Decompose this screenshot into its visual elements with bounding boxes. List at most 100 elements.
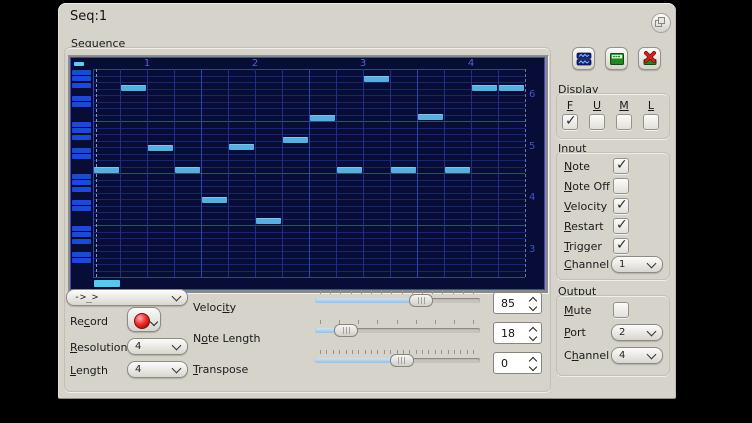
chevron-down-icon <box>172 363 182 373</box>
delete-button[interactable] <box>638 47 661 70</box>
sequence-note[interactable] <box>499 85 524 91</box>
output-mute-label: Mute <box>564 304 592 317</box>
tick-mark <box>416 350 417 354</box>
display-option-checkbox[interactable] <box>643 114 659 130</box>
sequence-note[interactable] <box>256 218 281 224</box>
step-gridline <box>120 69 121 277</box>
input-check-label: Trigger <box>564 240 602 253</box>
display-option-checkbox[interactable] <box>616 114 632 130</box>
display-option-label: L <box>643 99 659 112</box>
note-length-label: Note Length <box>193 332 261 345</box>
loop-mode-value: ->_> <box>74 292 173 303</box>
tick-mark <box>473 290 474 294</box>
rename-icon <box>609 51 625 67</box>
input-checkbox[interactable] <box>613 238 629 254</box>
chevron-down-icon <box>647 349 657 359</box>
spin-down-icon[interactable] <box>529 363 537 371</box>
spin-arrows[interactable] <box>526 353 541 373</box>
spin-arrows[interactable] <box>526 293 541 313</box>
sequence-note[interactable] <box>121 85 146 91</box>
sequence-note[interactable] <box>418 114 443 120</box>
slider-handle[interactable] <box>334 324 358 337</box>
spin-down-icon[interactable] <box>529 333 537 341</box>
beat-gridline <box>309 69 310 277</box>
tick-mark <box>381 290 382 294</box>
output-panel-frame: Mute Port 2 Channel 4 <box>556 295 670 376</box>
input-checkbox[interactable] <box>613 178 629 194</box>
sequence-note[interactable] <box>445 167 470 173</box>
sequence-note[interactable] <box>310 115 335 121</box>
grip-line <box>349 327 350 334</box>
tick-mark <box>454 320 455 324</box>
rename-button[interactable] <box>605 47 628 70</box>
sequence-note[interactable] <box>472 85 497 91</box>
step-gridline <box>228 69 229 277</box>
sequence-note[interactable] <box>175 167 200 173</box>
resolution-value: 4 <box>135 341 173 352</box>
piano-key <box>72 174 91 179</box>
velocity-spinbox[interactable]: 85 <box>493 292 542 314</box>
step-gridline <box>255 69 256 277</box>
transpose-spinbox[interactable]: 0 <box>493 352 542 374</box>
tick-mark <box>371 290 372 294</box>
input-channel-label: Channel <box>564 258 609 271</box>
step-gridline <box>390 69 391 277</box>
note-length-spinbox[interactable]: 18 <box>493 322 542 344</box>
resolution-select[interactable]: 4 <box>127 338 188 355</box>
spin-down-icon[interactable] <box>529 303 537 311</box>
tick-mark <box>473 320 474 324</box>
slider-handle[interactable] <box>390 354 414 367</box>
float-button[interactable] <box>651 13 671 33</box>
sequence-grid-canvas[interactable]: 12346543 <box>70 57 545 290</box>
piano-key <box>72 180 91 185</box>
step-gridline <box>444 69 445 277</box>
velocity-label: Velocity <box>193 301 236 314</box>
step-gridline <box>336 69 337 277</box>
tick-mark <box>320 350 321 354</box>
loop-mode-select[interactable]: ->_> <box>66 289 188 306</box>
sequence-note[interactable] <box>148 145 173 151</box>
sequence-note[interactable] <box>202 197 227 203</box>
float-icon <box>652 14 668 30</box>
grip-line <box>398 357 399 364</box>
display-option-checkbox[interactable] <box>589 114 605 130</box>
piano-key <box>72 70 91 75</box>
note-grid[interactable] <box>93 69 526 277</box>
sequence-note[interactable] <box>94 167 119 173</box>
beat-gridline <box>201 69 202 277</box>
sequence-note[interactable] <box>283 137 308 143</box>
output-channel-select[interactable]: 4 <box>611 347 663 364</box>
beat-number-label: 2 <box>247 58 263 69</box>
input-checkbox[interactable] <box>613 158 629 174</box>
output-mute-checkbox[interactable] <box>613 302 629 318</box>
octave-label: 6 <box>529 89 543 100</box>
display-option-checkbox[interactable] <box>562 114 578 130</box>
tick-mark <box>391 290 392 294</box>
tick-mark <box>333 350 334 354</box>
input-channel-select[interactable]: 1 <box>611 256 663 273</box>
resolution-label: Resolution <box>70 341 127 354</box>
display-option-label: F <box>562 99 578 112</box>
output-port-select[interactable]: 2 <box>611 324 663 341</box>
length-select[interactable]: 4 <box>127 361 188 378</box>
duplicate-pattern-button[interactable] <box>572 47 595 70</box>
input-checkbox[interactable] <box>613 218 629 234</box>
sequence-note[interactable] <box>391 167 416 173</box>
grip-line <box>424 297 425 304</box>
sequence-note[interactable] <box>364 76 389 82</box>
spin-arrows[interactable] <box>526 323 541 343</box>
tick-mark <box>320 290 321 294</box>
tick-mark <box>453 290 454 294</box>
chevron-down-icon <box>150 318 158 326</box>
display-option-label: M <box>616 99 632 112</box>
velocity-slider[interactable] <box>315 298 480 303</box>
record-button[interactable] <box>127 307 161 332</box>
sequence-note[interactable] <box>229 144 254 150</box>
sequence-display[interactable]: 12346543 <box>68 55 549 294</box>
input-checkbox[interactable] <box>613 198 629 214</box>
tick-mark <box>422 350 423 354</box>
octave-label: 4 <box>529 192 543 203</box>
slider-handle[interactable] <box>409 294 433 307</box>
piano-key <box>72 148 91 153</box>
sequence-note[interactable] <box>337 167 362 173</box>
